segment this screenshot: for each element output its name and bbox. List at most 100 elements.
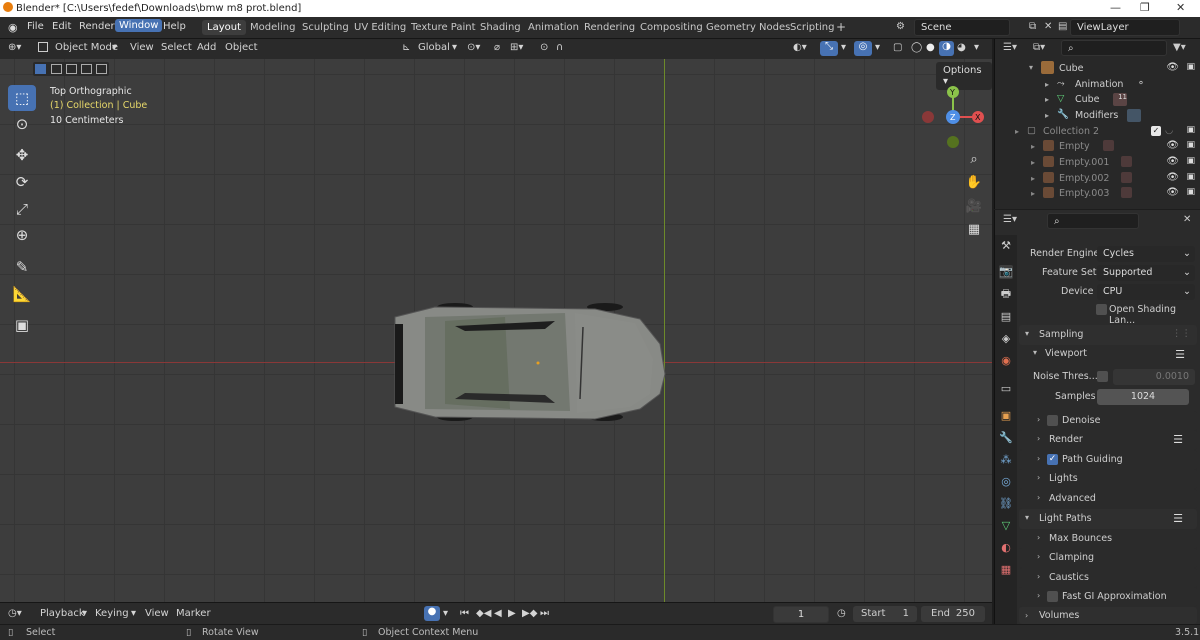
outliner-row-empty-003[interactable]: ▸ Empty.003 👁 ▣ <box>995 186 1200 201</box>
view-layer-field[interactable]: ViewLayer <box>1070 19 1180 36</box>
constraints-tab-icon[interactable]: ⛓ <box>999 497 1013 511</box>
selection-mode-buttons[interactable] <box>33 62 109 76</box>
next-keyframe-icon[interactable]: ▶◆ <box>522 608 537 619</box>
path-guiding-subpanel[interactable]: › ✓ Path Guiding <box>1019 450 1197 470</box>
object-tab-icon[interactable]: ▣ <box>999 409 1013 423</box>
select-intersect-icon[interactable] <box>96 64 107 74</box>
samples-field[interactable]: 1024 <box>1097 389 1189 405</box>
play-reverse-icon[interactable]: ◀ <box>494 608 502 619</box>
tab-geometry-nodes[interactable]: Geometry Nodes <box>701 20 795 35</box>
advanced-subpanel[interactable]: › Advanced <box>1019 489 1197 509</box>
object-mode-dropdown[interactable]: Object Mode <box>55 42 118 53</box>
visibility-icon[interactable]: ◐▾ <box>793 42 807 53</box>
end-frame-field[interactable]: End 250 <box>921 606 985 622</box>
denoise-subpanel[interactable]: › Denoise <box>1019 411 1197 431</box>
scene-icon[interactable]: ⚙ <box>896 21 905 32</box>
visibility-eye-icon[interactable]: 👁 <box>1166 156 1179 167</box>
menu-add[interactable]: Add <box>197 42 216 53</box>
playback-dropdown[interactable]: Playback <box>40 608 85 619</box>
blender-menu-icon[interactable]: ◉ <box>8 21 18 34</box>
scale-tool-icon[interactable]: ⤢ <box>8 196 36 222</box>
outliner-row-empty[interactable]: ▸ Empty 👁 ▣ <box>995 139 1200 154</box>
display-mode-icon[interactable]: ⧉▾ <box>1033 42 1045 53</box>
texture-tab-icon[interactable]: ▦ <box>999 563 1013 577</box>
lights-subpanel[interactable]: › Lights <box>1019 469 1197 489</box>
gizmo-neg-y-axis[interactable] <box>947 136 959 148</box>
select-subtract-icon[interactable] <box>66 64 77 74</box>
new-scene-icon[interactable]: ⧉ <box>1029 21 1036 32</box>
tab-modeling[interactable]: Modeling <box>245 20 301 35</box>
pan-hand-icon[interactable]: ✋ <box>963 172 985 194</box>
measure-tool-icon[interactable]: 📐 <box>8 281 36 307</box>
feature-set-dropdown[interactable]: Supported ⌄ <box>1097 265 1195 281</box>
close-button[interactable]: ✕ <box>1176 1 1185 14</box>
material-shading-icon[interactable]: ◑ <box>939 41 954 56</box>
osl-checkbox[interactable] <box>1096 304 1107 315</box>
select-new-icon[interactable] <box>35 64 46 74</box>
outliner-editor-icon[interactable]: ☰▾ <box>1003 42 1017 53</box>
rotate-tool-icon[interactable]: ⟳ <box>8 169 36 195</box>
select-invert-icon[interactable] <box>81 64 92 74</box>
menu-help[interactable]: Help <box>163 21 186 32</box>
light-paths-presets-icon[interactable]: ☰ <box>1173 512 1183 525</box>
scene-field[interactable]: Scene <box>914 19 1010 36</box>
denoise-checkbox[interactable] <box>1047 415 1058 426</box>
rendered-shading-icon[interactable]: ◕ <box>957 42 966 53</box>
tab-rendering[interactable]: Rendering <box>579 20 640 35</box>
particles-tab-icon[interactable]: ⁂ <box>999 453 1013 467</box>
play-icon[interactable]: ▶ <box>508 608 516 619</box>
menu-select[interactable]: Select <box>161 42 192 53</box>
add-workspace-icon[interactable]: + <box>836 20 846 34</box>
minimize-button[interactable]: — <box>1110 1 1121 14</box>
noise-threshold-field[interactable]: 0.0010 <box>1113 369 1195 385</box>
wireframe-shading-icon[interactable]: ◯ <box>911 42 922 53</box>
tab-texture-paint[interactable]: Texture Paint <box>406 20 481 35</box>
outliner-row-cube-mesh[interactable]: ▸ ▽ Cube 11 <box>995 92 1200 107</box>
render-presets-icon[interactable]: ☰ <box>1173 433 1183 446</box>
tab-uv-editing[interactable]: UV Editing <box>349 20 411 35</box>
modifiers-tab-icon[interactable]: 🔧 <box>999 431 1013 445</box>
light-paths-panel-header[interactable]: ▾ Light Paths ☰ <box>1019 509 1197 529</box>
visibility-eye-icon[interactable]: 👁 <box>1166 172 1179 183</box>
visibility-eye-icon[interactable]: 👁 <box>1166 187 1179 198</box>
view-layer-icon[interactable]: ▤ <box>1058 21 1067 32</box>
start-frame-field[interactable]: Start 1 <box>853 606 917 622</box>
snap-icon[interactable]: ⌀ <box>494 42 500 53</box>
render-camera-icon[interactable]: ▣ <box>1186 156 1195 166</box>
tab-sculpting[interactable]: Sculpting <box>297 20 354 35</box>
tab-shading[interactable]: Shading <box>475 20 526 35</box>
jump-end-icon[interactable]: ⏭ <box>540 608 549 619</box>
pin-icon[interactable]: ✕ <box>1183 214 1191 225</box>
sampling-panel-header[interactable]: ▾ Sampling ⋮⋮ <box>1019 325 1197 345</box>
zoom-icon[interactable]: ⌕ <box>963 149 985 171</box>
keying-dropdown[interactable]: Keying <box>95 608 129 619</box>
properties-search-input[interactable]: ⌕ <box>1047 213 1139 229</box>
select-box-tool-icon[interactable]: ⬚ <box>8 85 36 111</box>
outliner-row-modifiers[interactable]: ▸ 🔧 Modifiers <box>995 108 1200 123</box>
annotate-tool-icon[interactable]: ✎ <box>8 254 36 280</box>
presets-list-icon[interactable]: ☰ <box>1175 348 1185 361</box>
timeline-view-menu[interactable]: View <box>145 608 169 619</box>
3d-viewport[interactable]: Top Orthographic (1) Collection | Cube 1… <box>0 59 992 602</box>
editor-type-icon[interactable]: ⊕▾ <box>8 42 21 53</box>
orientation-dropdown[interactable]: Global <box>418 42 450 53</box>
proportional-edit-icon[interactable]: ⊙ <box>540 42 548 53</box>
tool-tab-icon[interactable]: ⚒ <box>999 239 1013 253</box>
fast-gi-subpanel[interactable]: › Fast GI Approximation <box>1019 587 1197 607</box>
navigation-gizmo[interactable]: Y X Z <box>915 83 991 153</box>
material-tab-icon[interactable]: ◐ <box>999 541 1013 555</box>
timeline-editor-icon[interactable]: ◷▾ <box>8 608 22 619</box>
volumes-panel-header[interactable]: › Volumes <box>1019 607 1197 624</box>
cursor-tool-icon[interactable]: ⊙ <box>8 111 36 137</box>
osl-row[interactable]: Open Shading Lan... <box>1019 301 1199 326</box>
outliner-row-cube[interactable]: ▾ Cube 👁 ▣ <box>995 61 1200 76</box>
pivot-icon[interactable]: ⊙▾ <box>467 42 480 53</box>
solid-shading-icon[interactable]: ● <box>926 42 935 53</box>
visibility-eye-icon[interactable]: 👁 <box>1166 62 1179 73</box>
path-guiding-checkbox[interactable]: ✓ <box>1047 454 1058 465</box>
select-extend-icon[interactable] <box>51 64 62 74</box>
render-camera-icon[interactable]: ▣ <box>1186 62 1195 72</box>
scene-tab-icon[interactable]: ◈ <box>999 332 1013 346</box>
menu-render[interactable]: Render <box>79 21 115 32</box>
clock-icon[interactable]: ◷ <box>837 608 846 619</box>
